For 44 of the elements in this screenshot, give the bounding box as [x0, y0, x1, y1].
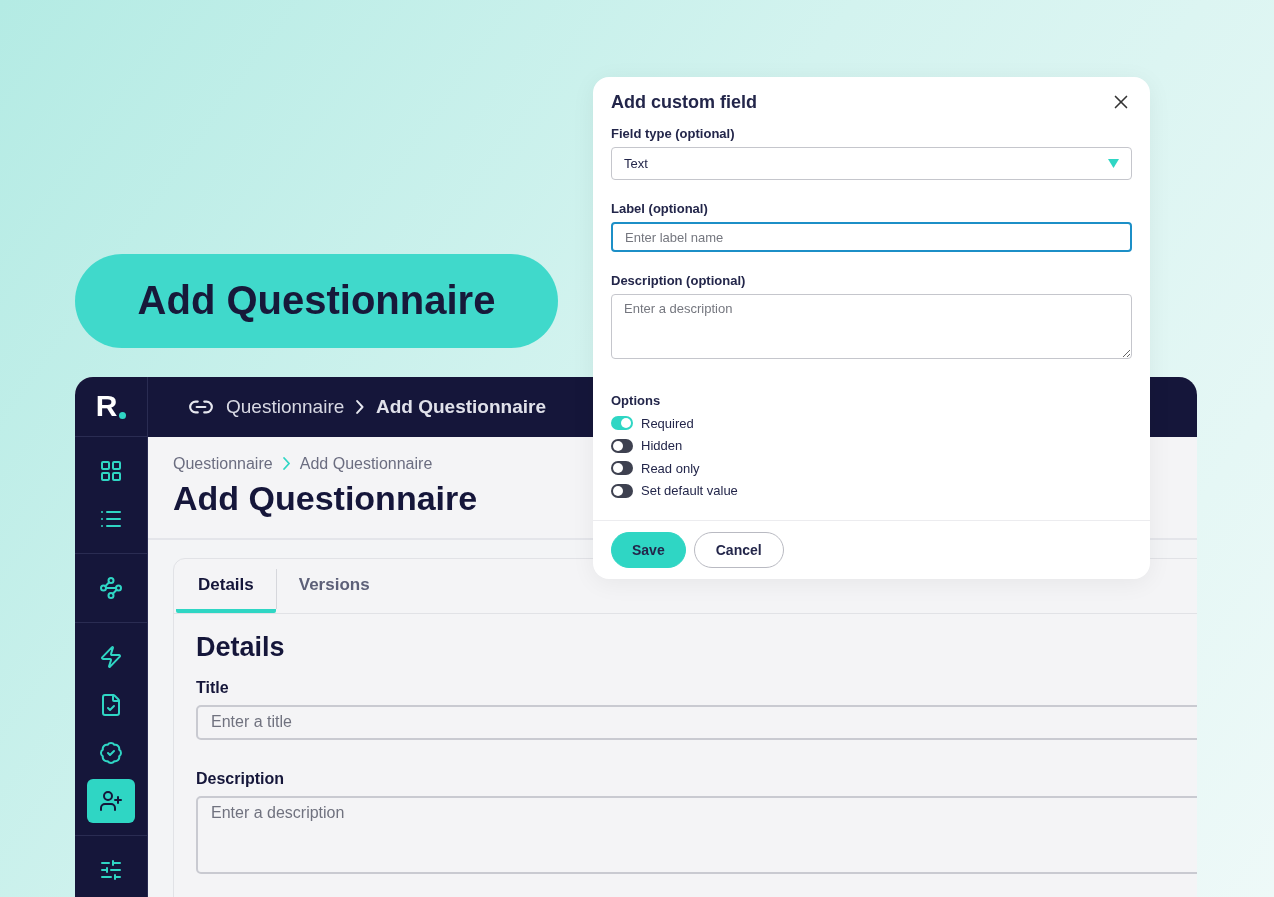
field-label: Description	[196, 769, 285, 788]
hero-label: Add Questionnaire	[75, 254, 558, 348]
user-plus-icon	[99, 788, 123, 813]
breadcrumb-item[interactable]: Questionnaire	[226, 395, 345, 418]
section-title: Details	[196, 631, 286, 663]
breadcrumb-item: Add Questionnaire	[376, 395, 546, 418]
cancel-button[interactable]: Cancel	[693, 532, 784, 568]
file-check-icon	[99, 692, 123, 717]
toggle-switch[interactable]	[611, 416, 633, 431]
field-label: Label (optional)	[611, 201, 709, 216]
logo-dot-icon	[119, 411, 127, 419]
nodes-icon	[99, 575, 123, 600]
badge-check-icon	[99, 740, 123, 765]
chevron-icon	[282, 457, 290, 470]
option-label: Hidden	[641, 438, 683, 454]
breadcrumb-item[interactable]: Add Questionnaire	[299, 454, 433, 473]
field-label: Description (optional)	[611, 273, 747, 288]
save-button[interactable]: Save	[611, 532, 686, 568]
option-label: Read only	[641, 460, 700, 476]
type-select[interactable]: Text	[611, 147, 1132, 180]
sliders-icon	[99, 857, 123, 882]
description-field[interactable]: Enter a description	[196, 795, 1197, 874]
field-label: Field type (optional)	[611, 126, 736, 141]
breadcrumb-item[interactable]: Questionnaire	[173, 454, 273, 473]
page-title: Add Questionnaire	[173, 478, 478, 518]
title-field[interactable]: Enter a title	[196, 704, 1197, 740]
bolt-icon	[99, 644, 123, 669]
label-field[interactable]: Enter label name	[611, 222, 1132, 252]
toggle-switch[interactable]	[611, 461, 633, 476]
caret-icon	[1108, 159, 1119, 168]
tab[interactable]: Details	[176, 558, 276, 613]
tab[interactable]: Versions	[276, 558, 392, 613]
options-label: Options	[611, 393, 662, 408]
toggle-switch[interactable]	[611, 483, 633, 498]
sidebar-item[interactable]	[87, 778, 135, 823]
description-field[interactable]: Enter a description	[611, 294, 1132, 359]
dialog-title: Add custom field	[611, 91, 757, 113]
grid-icon	[99, 458, 123, 483]
logo: R	[95, 389, 118, 423]
chevron-icon	[356, 399, 364, 414]
toggle-switch[interactable]	[611, 438, 633, 453]
field-label: Title	[196, 678, 230, 697]
option-label: Set default value	[641, 483, 738, 499]
option-label: Required	[641, 415, 694, 431]
